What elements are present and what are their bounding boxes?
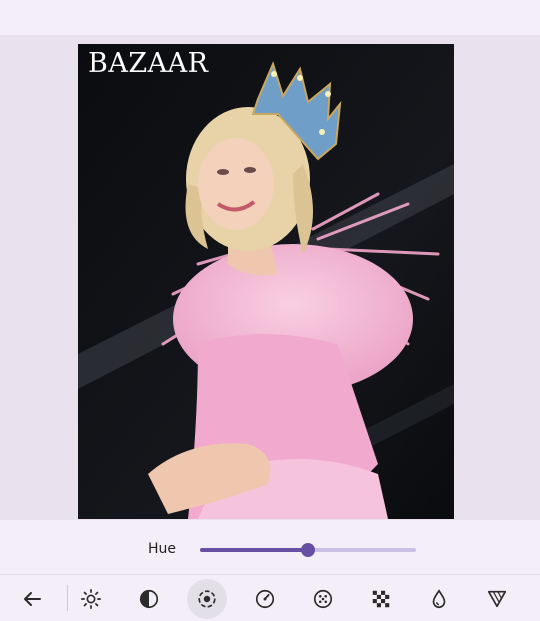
sharpen-dots-icon bbox=[313, 589, 333, 609]
magazine-logo: BAZAAR bbox=[88, 48, 209, 79]
back-button[interactable] bbox=[12, 579, 52, 619]
saturation-gauge-icon bbox=[255, 589, 275, 609]
bottom-toolbar bbox=[0, 574, 540, 621]
brightness-tool[interactable] bbox=[71, 579, 111, 619]
edited-photo[interactable]: BAZAAR bbox=[78, 44, 454, 519]
hue-label: Hue bbox=[148, 541, 177, 557]
hue-slider[interactable] bbox=[200, 538, 416, 562]
warmth-tool[interactable] bbox=[419, 579, 459, 619]
grain-tool[interactable] bbox=[361, 579, 401, 619]
hue-icon bbox=[198, 590, 216, 608]
back-arrow-icon bbox=[24, 592, 41, 606]
top-app-bar bbox=[0, 0, 540, 35]
vignette-triangle-icon bbox=[487, 590, 507, 608]
contrast-tool[interactable] bbox=[129, 579, 169, 619]
toolbar-divider bbox=[67, 585, 68, 611]
brightness-icon bbox=[81, 589, 101, 609]
slider-fill bbox=[200, 548, 308, 552]
contrast-icon bbox=[139, 589, 159, 609]
slider-thumb[interactable] bbox=[301, 543, 315, 557]
hue-tool[interactable] bbox=[187, 579, 227, 619]
vignette-tool[interactable] bbox=[477, 579, 517, 619]
sharpen-tool[interactable] bbox=[303, 579, 343, 619]
grain-checker-icon bbox=[372, 590, 390, 608]
warmth-drop-icon bbox=[432, 589, 446, 608]
photo-illustration bbox=[78, 44, 454, 519]
saturation-tool[interactable] bbox=[245, 579, 285, 619]
